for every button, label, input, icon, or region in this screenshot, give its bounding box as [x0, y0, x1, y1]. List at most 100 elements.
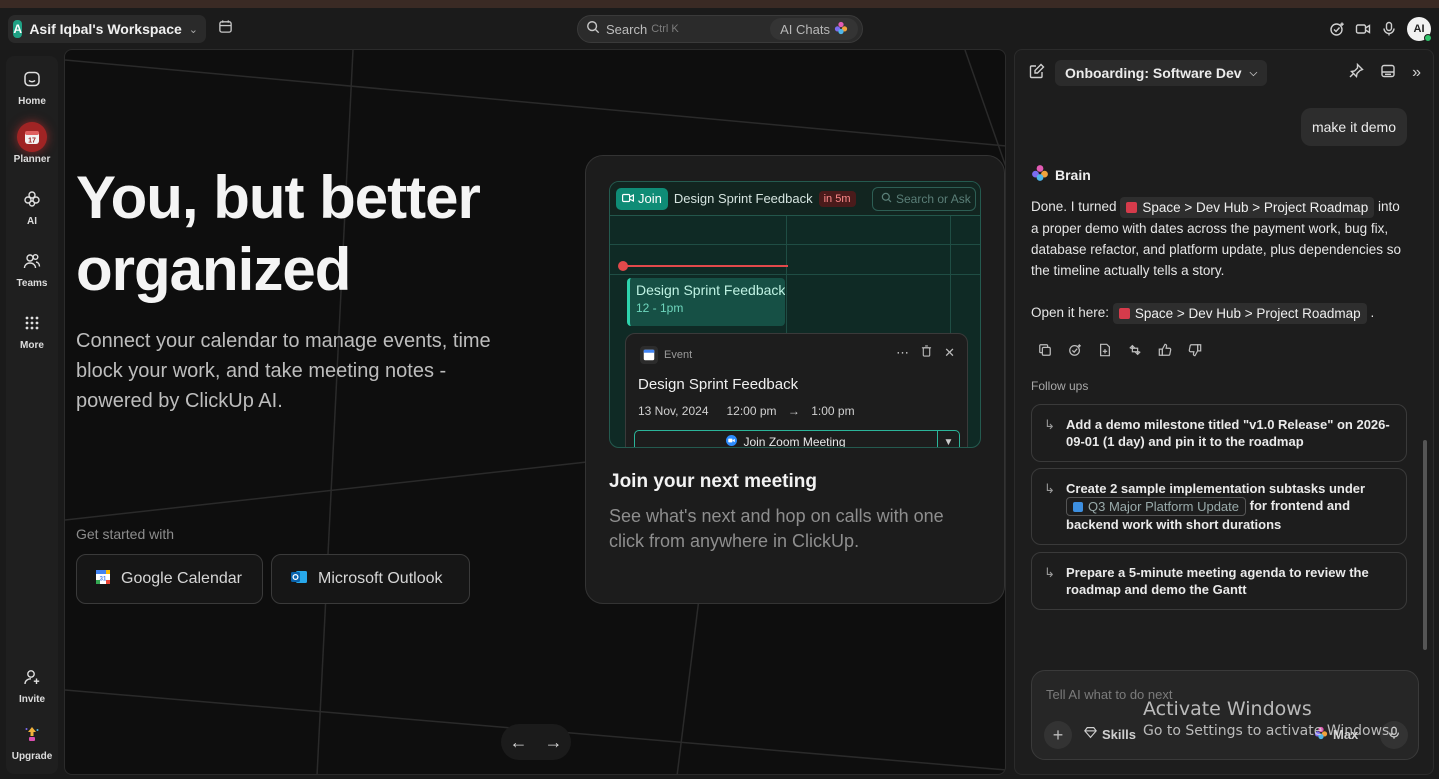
popup-datetime: 13 Nov, 2024 12:00 pm → 1:00 pm: [638, 404, 855, 418]
chat-header-actions: »: [1348, 62, 1421, 84]
ai-chat-panel: Onboarding: Software Dev ⌵ » make it dem…: [1014, 49, 1434, 775]
voice-input-button[interactable]: [1380, 721, 1408, 749]
pin-icon[interactable]: [1348, 62, 1364, 84]
followup-item[interactable]: ↳ Create 2 sample implementation subtask…: [1031, 468, 1407, 546]
collapse-panel-icon[interactable]: »: [1412, 64, 1421, 82]
sidebar-item-label: Home: [18, 96, 46, 107]
current-time-line: [620, 265, 788, 267]
reply-arrow-icon: ↳: [1044, 417, 1055, 432]
chat-composer: + Skills Max: [1031, 670, 1419, 760]
calendar-button[interactable]: [214, 18, 236, 40]
chat-scrollbar[interactable]: [1423, 440, 1427, 650]
inbox-icon[interactable]: [1380, 63, 1396, 84]
upgrade-icon: [17, 719, 47, 749]
search-label: Search: [606, 21, 648, 37]
list-icon: [1118, 307, 1130, 319]
retry-icon[interactable]: [1127, 342, 1143, 358]
sidebar-item-ai[interactable]: AI: [6, 184, 58, 227]
video-icon: [622, 191, 634, 206]
chat-title-dropdown[interactable]: Onboarding: Software Dev ⌵: [1055, 60, 1268, 86]
more-icon: ⋯: [896, 345, 910, 360]
popup-kind: Event: [664, 349, 693, 361]
card-title: Join your next meeting: [609, 471, 817, 492]
skills-button[interactable]: Skills: [1084, 726, 1136, 742]
message-text: .: [1370, 304, 1375, 320]
user-message: make it demo: [1300, 108, 1407, 146]
ai-chats-label: AI Chats: [780, 21, 830, 37]
sidebar-item-more[interactable]: More: [6, 308, 58, 351]
top-bar: A Asif Iqbal's Workspace ⌄ Search Ctrl K…: [0, 8, 1439, 50]
search-icon: [881, 192, 892, 206]
brain-icon: [1314, 726, 1328, 743]
current-time-dot: [618, 261, 628, 271]
popup-actions: ⋯ ✕: [896, 345, 955, 361]
assistant-name: Brain: [1055, 166, 1091, 183]
task-chip-label: Q3 Major Platform Update: [1088, 499, 1240, 515]
online-status-dot: [1424, 34, 1432, 42]
carousel-nav: ← →: [501, 724, 571, 760]
composer-input[interactable]: [1046, 687, 1406, 702]
add-doc-icon[interactable]: [1097, 342, 1113, 358]
microsoft-outlook-button[interactable]: Microsoft Outlook: [271, 554, 470, 604]
create-task-icon[interactable]: [1067, 342, 1083, 358]
new-chat-icon[interactable]: [1029, 63, 1045, 84]
sidebar-item-invite[interactable]: Invite: [6, 662, 58, 705]
chat-header: Onboarding: Software Dev ⌵ »: [1015, 50, 1433, 96]
sidebar-item-label: Teams: [16, 278, 48, 289]
microphone-icon[interactable]: [1381, 21, 1397, 37]
assistant-message: Done. I turned Space > Dev Hub > Project…: [1031, 196, 1406, 324]
copy-icon[interactable]: [1037, 342, 1053, 358]
popup-start-time: 12:00 pm: [726, 404, 777, 418]
followup-text: Add a demo milestone titled "v1.0 Releas…: [1066, 417, 1390, 449]
sidebar-item-planner[interactable]: 17 Planner: [6, 122, 58, 165]
hero-subtitle: Connect your calendar to manage events, …: [76, 330, 491, 412]
microsoft-outlook-label: Microsoft Outlook: [318, 570, 443, 587]
task-check-icon[interactable]: [1329, 21, 1345, 37]
user-avatar[interactable]: AI: [1407, 17, 1432, 42]
thumbs-down-icon[interactable]: [1187, 342, 1203, 358]
arrow-left-icon[interactable]: ←: [510, 732, 528, 753]
google-calendar-button[interactable]: 31 Google Calendar: [76, 554, 263, 604]
preview-toolbar: Join Design Sprint Feedback in 5m Search…: [610, 182, 980, 216]
add-attachment-button[interactable]: +: [1044, 721, 1072, 749]
chevron-down-icon: ⌵: [1249, 67, 1258, 79]
hero-title: You, but better organized: [76, 164, 481, 303]
followup-item[interactable]: ↳ Add a demo milestone titled "v1.0 Rele…: [1031, 404, 1407, 462]
event-popup: Event ⋯ ✕ Design Sprint Feedback 13 Nov,…: [625, 333, 968, 447]
search-shortcut: Ctrl K: [651, 23, 679, 35]
global-search[interactable]: Search Ctrl K AI Chats: [577, 15, 863, 43]
calendar-icon: 17: [17, 122, 47, 152]
followups-label: Follow ups: [1031, 379, 1089, 393]
roadmap-link-label: Space > Dev Hub > Project Roadmap: [1142, 199, 1369, 215]
assistant-header: Brain: [1031, 164, 1091, 185]
svg-text:31: 31: [100, 576, 107, 582]
google-calendar-icon: 31: [95, 569, 111, 590]
sidebar-item-upgrade[interactable]: Upgrade: [6, 719, 58, 762]
roadmap-link-chip[interactable]: Space > Dev Hub > Project Roadmap: [1112, 302, 1367, 324]
popup-date: 13 Nov, 2024: [638, 404, 709, 418]
ai-chats-button[interactable]: AI Chats: [770, 18, 858, 40]
task-chip[interactable]: Q3 Major Platform Update: [1066, 497, 1247, 517]
chevron-down-icon: ⌄: [188, 23, 198, 36]
preview-join-button: Join: [616, 187, 668, 210]
join-zoom-button: Join Zoom Meeting ▼: [634, 430, 960, 447]
google-calendar-label: Google Calendar: [121, 570, 242, 587]
thumbs-up-icon[interactable]: [1157, 342, 1173, 358]
workspace-switcher[interactable]: A Asif Iqbal's Workspace ⌄: [8, 15, 206, 43]
sidebar-item-home[interactable]: Home: [6, 64, 58, 107]
preview-gridline: [610, 274, 980, 275]
arrow-right-icon[interactable]: →: [545, 732, 563, 753]
preview-event-block: Design Sprint Feedback 12 - 1pm: [627, 278, 785, 326]
roadmap-link-chip[interactable]: Space > Dev Hub > Project Roadmap: [1120, 196, 1375, 218]
user-initials: AI: [1413, 23, 1425, 35]
sidebar: Home 17 Planner AI Teams More Invite Upg…: [6, 56, 58, 774]
sidebar-item-teams[interactable]: Teams: [6, 246, 58, 289]
ai-brain-icon: [17, 184, 47, 214]
arrow-right-icon: →: [787, 404, 800, 418]
video-icon[interactable]: [1355, 21, 1371, 37]
model-selector[interactable]: Max: [1314, 726, 1358, 743]
popup-title: Design Sprint Feedback: [638, 376, 799, 393]
calendar-icon: [218, 19, 233, 39]
followup-item[interactable]: ↳ Prepare a 5-minute meeting agenda to r…: [1031, 552, 1407, 610]
message-actions: [1037, 342, 1203, 358]
